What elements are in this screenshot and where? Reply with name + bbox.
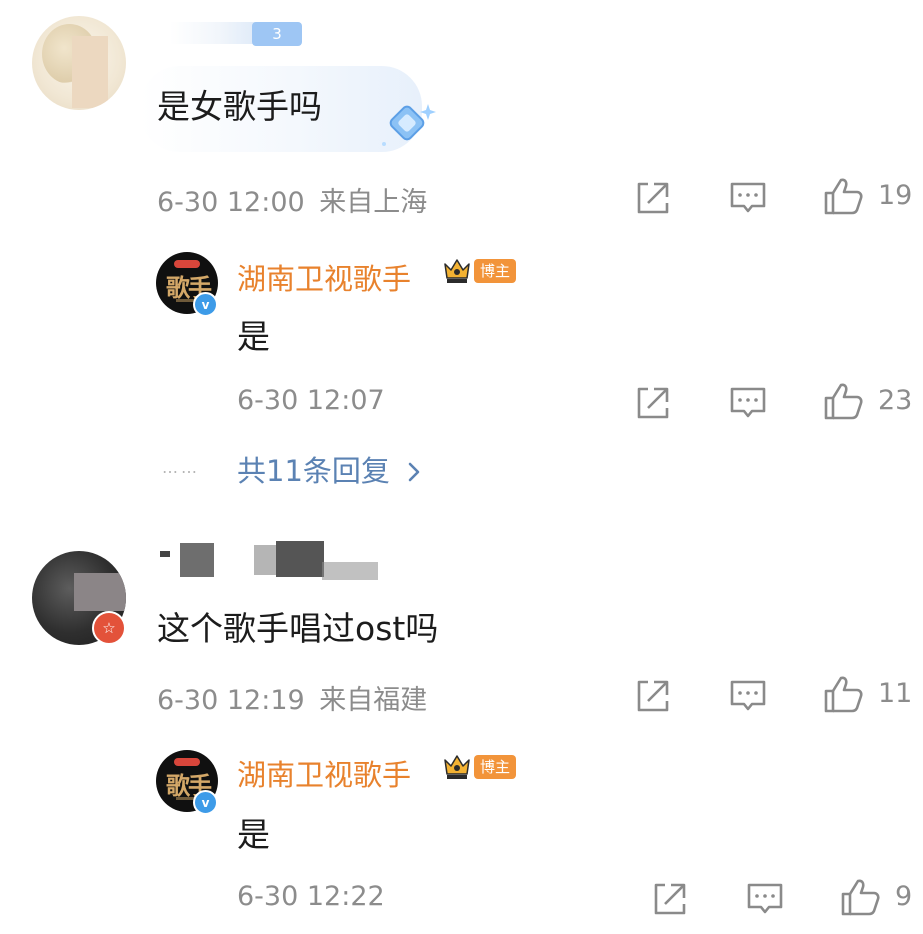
redacted-username (160, 551, 170, 557)
thumbs-up-icon[interactable] (839, 876, 881, 918)
redacted-username (254, 545, 276, 575)
like-count: 11 (878, 678, 913, 709)
blogger-badge: 博主 (443, 754, 517, 780)
blogger-badge-label: 博主 (474, 755, 517, 779)
comment-time: 6-30 12:19 (157, 685, 305, 716)
avatar[interactable] (32, 16, 126, 110)
dots-divider: …… (162, 458, 200, 477)
thumbs-up-icon[interactable] (822, 673, 864, 715)
redacted-username (322, 562, 378, 580)
like-count: 19 (878, 180, 913, 211)
reply-text: 是 (237, 815, 270, 854)
reply-time: 6-30 12:07 (237, 385, 385, 416)
crown-icon (443, 754, 471, 780)
blogger-badge: 博主 (443, 258, 517, 284)
diamond-icon (376, 100, 440, 152)
thumbs-up-icon[interactable] (822, 380, 864, 422)
comment-time: 6-30 12:00 (157, 187, 305, 218)
share-icon[interactable] (649, 878, 691, 920)
share-icon[interactable] (632, 177, 674, 219)
reply-text: 是 (237, 317, 270, 356)
like-count: 9 (895, 881, 913, 912)
level-tag: 3 (252, 22, 302, 46)
comment-icon[interactable] (727, 675, 769, 717)
redacted-block (72, 36, 108, 108)
redacted-username (180, 543, 214, 577)
thumbs-up-icon[interactable] (822, 175, 864, 217)
comment-text: 是女歌手吗 (157, 87, 322, 126)
comment-icon[interactable] (727, 177, 769, 219)
verified-v-icon: v (193, 790, 218, 815)
comment-icon[interactable] (744, 878, 786, 920)
crown-icon (443, 258, 471, 284)
redacted-username (276, 541, 324, 577)
star-badge-icon: ☆ (92, 611, 126, 645)
reply-time: 6-30 12:22 (237, 881, 385, 912)
blogger-badge-label: 博主 (474, 259, 517, 283)
more-replies-label: 共11条回复 (237, 454, 390, 488)
author-name[interactable]: 湖南卫视歌手 (237, 256, 411, 298)
like-count: 23 (878, 385, 913, 416)
share-icon[interactable] (632, 382, 674, 424)
comment-location: 来自福建 (319, 685, 428, 716)
author-name[interactable]: 湖南卫视歌手 (237, 752, 411, 794)
redacted-block (74, 573, 126, 611)
comment-icon[interactable] (727, 382, 769, 424)
chevron-right-icon (407, 456, 421, 490)
comment-location: 来自上海 (319, 187, 428, 218)
comment-text: 这个歌手唱过ost吗 (157, 609, 439, 648)
verified-v-icon: v (193, 292, 218, 317)
view-more-replies-link[interactable]: 共11条回复 (237, 448, 421, 490)
share-icon[interactable] (632, 675, 674, 717)
